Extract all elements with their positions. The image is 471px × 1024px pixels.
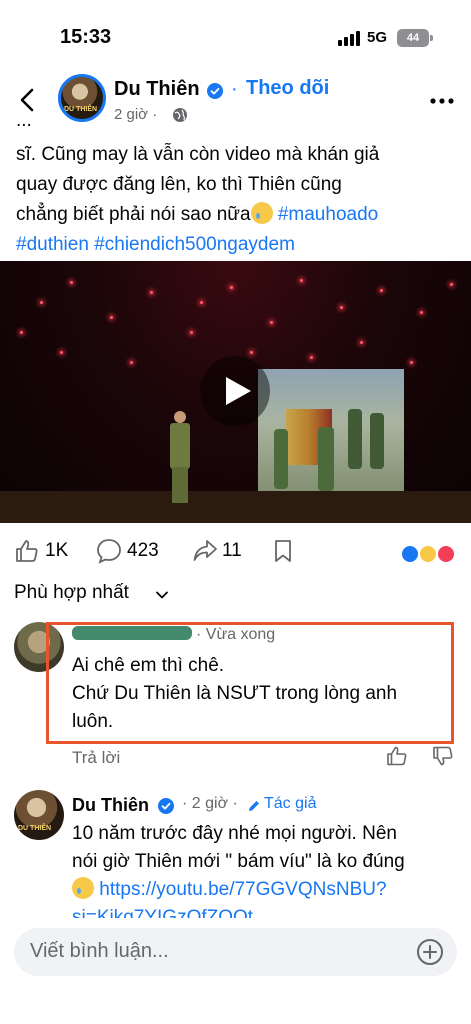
- thumbs-down-icon[interactable]: [432, 745, 454, 767]
- stage-light: [190, 331, 193, 334]
- like-reaction-icon: [400, 544, 420, 564]
- post-partial-line: ...: [16, 118, 32, 131]
- comment-line: https://youtu.be/77GGVQNsNBU?: [72, 876, 464, 904]
- stage-light: [200, 301, 203, 304]
- follow-button[interactable]: Theo dõi: [246, 77, 329, 100]
- youtube-link[interactable]: https://youtu.be/77GGVQNsNBU?: [99, 879, 386, 900]
- stage-light: [410, 361, 413, 364]
- battery-icon: 44: [397, 29, 429, 47]
- stage-light: [420, 311, 423, 314]
- singer-figure: [168, 411, 192, 503]
- stage-light: [450, 283, 453, 286]
- stage-light: [150, 291, 153, 294]
- stage-screen: [258, 369, 404, 503]
- status-time: 15:33: [60, 26, 112, 48]
- like-icon[interactable]: [14, 538, 40, 564]
- chevron-down-icon[interactable]: [155, 588, 169, 602]
- post-line-1: sĩ. Cũng may là vẫn còn video mà khán gi…: [16, 144, 380, 165]
- author-comment-avatar[interactable]: DU THIÊN: [14, 790, 64, 840]
- love-reaction-icon: [436, 544, 456, 564]
- haha-reaction-icon: [418, 544, 438, 564]
- comment-line: nói giờ Thiên mới " bám víu" là ko đúng: [72, 851, 405, 872]
- stage-light: [60, 351, 63, 354]
- author-name[interactable]: Du Thiên: [114, 78, 200, 101]
- stage-light: [20, 331, 23, 334]
- save-bookmark-icon[interactable]: [270, 538, 296, 564]
- post-line-2: quay được đăng lên, ko thì Thiên cũng: [16, 174, 342, 195]
- add-attachment-icon[interactable]: [416, 938, 444, 966]
- signal-icon: [338, 30, 360, 46]
- highlight-box: [46, 622, 454, 744]
- comment-author-name[interactable]: Du Thiên: [72, 795, 149, 816]
- screen-soldier: [370, 413, 384, 469]
- comment-time: · 2 giờ ·: [182, 795, 238, 812]
- screen-soldier: [274, 429, 288, 489]
- comment-text: 10 năm trước đây nhé mọi người. Nên nói …: [72, 820, 464, 932]
- screen-soldier: [348, 409, 362, 469]
- comment-count[interactable]: 423: [127, 540, 159, 562]
- stage-light: [360, 341, 363, 344]
- verified-badge-icon: [207, 83, 223, 99]
- stage-light: [380, 289, 383, 292]
- reply-button[interactable]: Trả lời: [72, 748, 120, 768]
- stage-light: [40, 301, 43, 304]
- stage-light: [340, 306, 343, 309]
- verified-badge-icon: [158, 798, 174, 814]
- comment-line: 10 năm trước đây nhé mọi người. Nên: [72, 823, 397, 844]
- hashtag-link[interactable]: #chiendich500ngaydem: [94, 234, 295, 255]
- share-count[interactable]: 11: [222, 540, 242, 562]
- screen-soldier: [318, 427, 334, 491]
- crying-emoji-icon: [72, 877, 94, 899]
- more-options-icon[interactable]: [430, 96, 454, 106]
- comment-input[interactable]: Viết bình luận...: [14, 928, 457, 976]
- comment-input-placeholder: Viết bình luận...: [30, 940, 169, 962]
- network-label: 5G: [367, 29, 388, 46]
- post-text: ... sĩ. Cũng may là vẫn còn video mà khá…: [16, 118, 466, 260]
- author-avatar[interactable]: DU THIÊN: [58, 74, 106, 122]
- crying-emoji-icon: [250, 202, 273, 224]
- engagement-bar: 1K 423 11: [0, 530, 471, 574]
- post-line-3-text: chẳng biết phải nói sao nữa: [16, 204, 251, 225]
- thumbs-up-icon[interactable]: [386, 745, 408, 767]
- comment-icon[interactable]: [96, 538, 122, 564]
- stage-light: [300, 279, 303, 282]
- back-arrow-icon[interactable]: [14, 86, 42, 114]
- post-line-3: chẳng biết phải nói sao nữa #mauhoado: [16, 200, 466, 230]
- separator-dot: ·: [231, 78, 238, 100]
- stage-floor: [0, 491, 471, 523]
- status-bar: 15:33 5G 44: [0, 0, 471, 64]
- stage-light: [230, 286, 233, 289]
- reaction-summary[interactable]: [400, 544, 460, 566]
- comment-sort-dropdown[interactable]: Phù hợp nhất: [14, 582, 129, 604]
- stage-light: [250, 351, 253, 354]
- author-badge: Tác giả: [264, 795, 317, 812]
- post-line-4: #duthien #chiendich500ngaydem: [16, 230, 466, 260]
- stage-light: [70, 281, 73, 284]
- stage-light: [270, 321, 273, 324]
- stage-light: [110, 316, 113, 319]
- hashtag-link[interactable]: #duthien: [16, 234, 89, 255]
- pencil-icon: [249, 801, 259, 811]
- hashtag-link[interactable]: #mauhoado: [278, 204, 378, 225]
- play-button[interactable]: [200, 356, 270, 426]
- play-icon: [226, 377, 251, 405]
- stage-light: [310, 356, 313, 359]
- stage-light: [130, 361, 133, 364]
- share-icon[interactable]: [192, 538, 218, 564]
- like-count[interactable]: 1K: [45, 540, 68, 562]
- battery-cap: [430, 35, 433, 41]
